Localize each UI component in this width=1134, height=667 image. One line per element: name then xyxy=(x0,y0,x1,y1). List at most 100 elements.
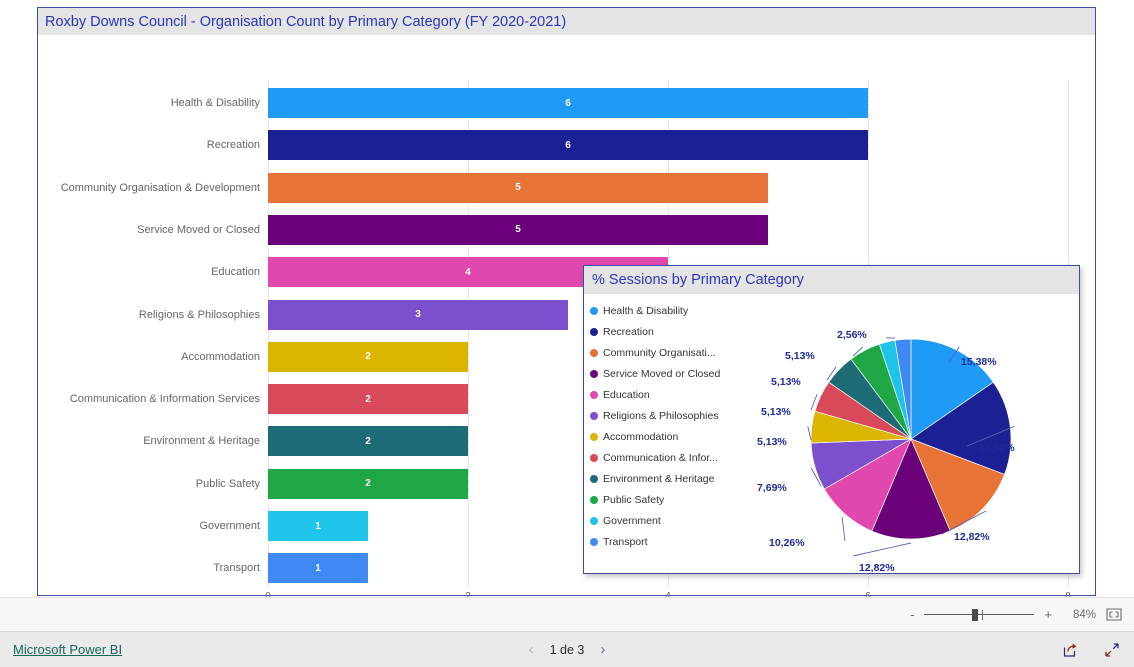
microsoft-power-bi-link[interactable]: Microsoft Power BI xyxy=(13,642,122,657)
bar-segment[interactable]: 6 xyxy=(268,130,868,161)
bar-value-label: 5 xyxy=(515,182,521,194)
bar-chart-row[interactable]: Health & Disability 6 xyxy=(38,82,1068,124)
bar-value-label: 5 xyxy=(515,224,521,236)
bar-value-label: 1 xyxy=(315,562,321,574)
pie-chart-body: Health & Disability Recreation Community O… xyxy=(584,294,1081,574)
bar-segment[interactable]: 5 xyxy=(268,214,768,245)
legend-color-swatch xyxy=(590,348,598,357)
bar-segment[interactable]: 1 xyxy=(268,553,368,584)
bar-category-label: Education xyxy=(211,266,260,279)
zoom-slider[interactable] xyxy=(924,608,1035,622)
report-footer: Microsoft Power BI ‹ 1 de 3 › xyxy=(0,632,1134,667)
legend-item[interactable]: Community Organisati... xyxy=(590,342,750,363)
legend-item[interactable]: Service Moved or Closed xyxy=(590,363,750,384)
zoom-level-label: 84% xyxy=(1072,608,1096,621)
zoom-in-button[interactable]: + xyxy=(1044,607,1052,622)
legend-item[interactable]: Public Safety xyxy=(590,489,750,510)
legend-label: Health & Disability xyxy=(603,304,689,317)
fullscreen-icon[interactable] xyxy=(1104,642,1120,658)
previous-page-arrow-icon[interactable]: ‹ xyxy=(529,641,534,658)
pie-percent-label: 10,26% xyxy=(769,537,805,549)
bar-value-label: 2 xyxy=(365,478,371,490)
bar-value-label: 6 xyxy=(565,139,571,151)
legend-item[interactable]: Transport xyxy=(590,531,750,552)
legend-color-swatch xyxy=(590,327,598,336)
bar-segment[interactable]: 2 xyxy=(268,384,468,415)
legend-item[interactable]: Health & Disability xyxy=(590,300,750,321)
bar-segment[interactable]: 1 xyxy=(268,511,368,541)
share-icon[interactable] xyxy=(1062,642,1078,658)
fit-to-page-icon[interactable] xyxy=(1106,608,1122,621)
bar-segment[interactable]: 2 xyxy=(268,468,468,499)
bar-category-label: Environment & Heritage xyxy=(143,435,260,448)
legend-item[interactable]: Religions & Philosophies xyxy=(590,405,750,426)
legend-label: Communication & Infor... xyxy=(603,451,718,464)
bar-value-label: 1 xyxy=(315,520,321,532)
pie-chart-graphic-area: 15,38% 15,38% 12,82% 12,82% 10,26% 7,69% 5,13%… xyxy=(749,294,1081,574)
pie-percent-label: 7,69% xyxy=(757,482,787,494)
next-page-arrow-icon[interactable]: › xyxy=(600,641,605,658)
pie-chart-svg xyxy=(807,337,1015,557)
bar-track: 5 xyxy=(268,167,1068,209)
bar-segment[interactable]: 2 xyxy=(268,341,468,372)
pie-percent-label: 15,38% xyxy=(979,442,1015,454)
bar-segment[interactable]: 2 xyxy=(268,426,468,457)
legend-item[interactable]: Environment & Heritage xyxy=(590,468,750,489)
bar-chart-row[interactable]: Service Moved or Closed 5 xyxy=(38,209,1068,251)
pie-percent-label: 15,38% xyxy=(961,356,997,368)
bar-value-label: 2 xyxy=(365,435,371,447)
legend-label: Community Organisati... xyxy=(603,346,716,359)
legend-color-swatch xyxy=(590,390,598,399)
zoom-slider-track xyxy=(924,613,1035,615)
pie-percent-label: 12,82% xyxy=(859,562,895,574)
pie-chart-visual[interactable]: % Sessions by Primary Category Health & … xyxy=(583,265,1080,574)
legend-color-swatch xyxy=(590,432,598,441)
legend-label: Religions & Philosophies xyxy=(603,409,719,422)
bar-segment[interactable]: 3 xyxy=(268,299,568,330)
zoom-slider-thumb[interactable] xyxy=(972,608,979,621)
legend-label: Environment & Heritage xyxy=(603,472,715,485)
pie-percent-label: 5,13% xyxy=(785,350,815,362)
legend-color-swatch xyxy=(590,411,598,420)
bar-track: 5 xyxy=(268,209,1068,251)
legend-item[interactable]: Communication & Infor... xyxy=(590,447,750,468)
pie-leader-line xyxy=(841,516,846,542)
bar-category-label: Public Safety xyxy=(195,477,260,490)
legend-item[interactable]: Recreation xyxy=(590,321,750,342)
pie-percent-label: 12,82% xyxy=(954,531,990,543)
zoom-out-button[interactable]: - xyxy=(910,607,914,622)
legend-label: Public Safety xyxy=(603,493,665,506)
bar-value-label: 2 xyxy=(365,393,371,405)
legend-color-swatch xyxy=(590,306,598,315)
legend-label: Government xyxy=(603,514,661,527)
bar-chart-row[interactable]: Recreation 6 xyxy=(38,124,1068,166)
legend-label: Recreation xyxy=(603,325,654,338)
pie-chart-title: % Sessions by Primary Category xyxy=(592,272,804,288)
bar-segment[interactable]: 6 xyxy=(268,88,868,118)
bar-category-label: Recreation xyxy=(206,139,260,152)
legend-label: Accommodation xyxy=(603,430,679,443)
bar-segment[interactable]: 5 xyxy=(268,172,768,203)
bar-category-label: Government xyxy=(199,520,260,532)
zoom-toolbar: - + 84% xyxy=(0,597,1134,632)
page-indicator-label: 1 de 3 xyxy=(549,642,585,657)
bar-category-label: Transport xyxy=(213,562,260,575)
legend-color-swatch xyxy=(590,453,598,462)
legend-item[interactable]: Education xyxy=(590,384,750,405)
legend-label: Education xyxy=(603,388,650,401)
legend-item[interactable]: Government xyxy=(590,510,750,531)
bar-track: 6 xyxy=(268,82,1068,124)
bar-category-label: Service Moved or Closed xyxy=(137,223,260,236)
pie-percent-label: 2,56% xyxy=(837,329,867,341)
pie-chart-header: % Sessions by Primary Category xyxy=(584,266,1079,294)
bar-chart-title: Roxby Downs Council - Organisation Count… xyxy=(45,13,567,30)
legend-item[interactable]: Accommodation xyxy=(590,426,750,447)
bar-chart-row[interactable]: Community Organisation & Development 5 xyxy=(38,167,1068,209)
bar-category-label: Community Organisation & Development xyxy=(60,181,260,194)
bar-category-label: Communication & Information Services xyxy=(69,393,260,406)
report-canvas: Roxby Downs Council - Organisation Count… xyxy=(0,0,1134,602)
pie-leader-line xyxy=(807,426,812,441)
legend-color-swatch xyxy=(590,537,598,546)
bar-value-label: 4 xyxy=(465,266,471,278)
pie-percent-label: 5,13% xyxy=(771,376,801,388)
